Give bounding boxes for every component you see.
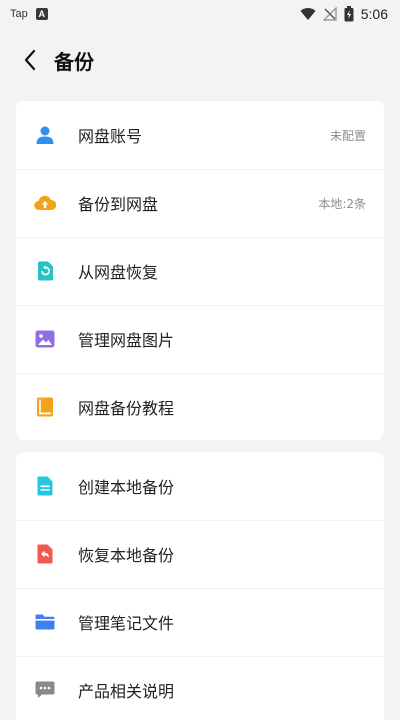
restore-local-backup-row[interactable]: 恢复本地备份 [16, 520, 384, 588]
file-undo-icon [34, 543, 56, 565]
local-backup-card: 创建本地备份 恢复本地备份 管理笔记文件 产品相关说明 [16, 452, 384, 720]
row-label: 创建本地备份 [78, 478, 175, 497]
row-label: 管理网盘图片 [78, 331, 175, 350]
user-icon [34, 124, 56, 146]
restore-from-cloud-row[interactable]: 从网盘恢复 [16, 237, 384, 305]
row-label: 产品相关说明 [78, 682, 175, 701]
row-label: 从网盘恢复 [78, 263, 159, 282]
chat-icon [34, 679, 56, 701]
folder-icon [34, 611, 56, 633]
status-right: 5:06 [300, 6, 388, 22]
battery-icon [344, 6, 354, 22]
row-label: 备份到网盘 [78, 195, 159, 214]
document-icon [34, 475, 56, 497]
row-label: 恢复本地备份 [78, 546, 175, 565]
status-app-badge-icon: A [35, 8, 48, 20]
product-info-row[interactable]: 产品相关说明 [16, 656, 384, 720]
chevron-left-icon [24, 49, 36, 71]
status-left: Tap A [10, 8, 48, 20]
create-local-backup-row[interactable]: 创建本地备份 [16, 452, 384, 520]
restore-icon [34, 260, 56, 282]
no-signal-icon [322, 7, 337, 21]
cloud-backup-tutorial-row[interactable]: 网盘备份教程 [16, 373, 384, 440]
row-value: 未配置 [329, 128, 366, 143]
manage-note-files-row[interactable]: 管理笔记文件 [16, 588, 384, 656]
backup-to-cloud-row[interactable]: 备份到网盘 本地:2条 [16, 169, 384, 237]
cloud-upload-icon [34, 192, 56, 214]
row-value: 本地:2条 [318, 196, 366, 211]
book-icon [34, 396, 56, 418]
cloud-backup-card: 网盘账号 未配置 备份到网盘 本地:2条 从网盘恢复 管理网盘图片 网盘备份教程 [16, 101, 384, 440]
manage-cloud-images-row[interactable]: 管理网盘图片 [16, 305, 384, 373]
image-icon [34, 328, 56, 350]
row-label: 网盘备份教程 [78, 399, 175, 418]
app-header: 备份 [0, 38, 400, 82]
status-bar: Tap A 5:06 [0, 0, 400, 28]
back-button[interactable] [10, 38, 50, 82]
status-app-text: Tap [10, 8, 28, 20]
row-label: 管理笔记文件 [78, 614, 175, 633]
page-title: 备份 [54, 49, 94, 74]
row-label: 网盘账号 [78, 127, 143, 146]
wifi-icon [300, 8, 316, 20]
cloud-account-row[interactable]: 网盘账号 未配置 [16, 101, 384, 169]
status-time: 5:06 [360, 6, 388, 22]
